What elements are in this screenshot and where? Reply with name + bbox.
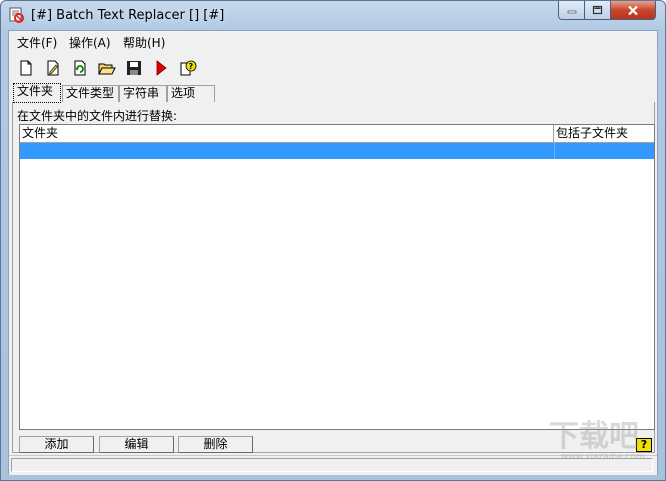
minimize-button[interactable] bbox=[558, 1, 585, 20]
maximize-button[interactable] bbox=[584, 1, 611, 20]
window-title: [#] Batch Text Replacer [] [#] bbox=[31, 8, 225, 23]
tab-folder[interactable]: 文件夹 bbox=[13, 83, 61, 103]
menu-file[interactable]: 文件(F) bbox=[17, 34, 57, 51]
title-bar[interactable]: [#] Batch Text Replacer [] [#] bbox=[1, 1, 665, 30]
refresh-icon bbox=[74, 60, 86, 76]
toolbar: ? bbox=[9, 53, 657, 81]
save-icon bbox=[127, 61, 141, 75]
watermark-logo: 下载吧 bbox=[549, 419, 639, 454]
app-icon bbox=[9, 7, 24, 23]
column-header-include-subfolders[interactable]: 包括子文件夹 bbox=[554, 125, 654, 142]
minimize-icon bbox=[567, 10, 576, 14]
status-pane bbox=[11, 458, 653, 472]
new-button[interactable] bbox=[16, 58, 36, 78]
help-toolbar-button[interactable]: ? bbox=[178, 58, 198, 78]
close-icon bbox=[628, 5, 638, 15]
tab-strings[interactable]: 字符串 bbox=[119, 85, 167, 102]
tab-options[interactable]: 选项 bbox=[167, 85, 215, 102]
help-icon: ? bbox=[180, 60, 197, 76]
save-button[interactable] bbox=[124, 58, 144, 78]
edit-entry-button[interactable]: 编辑 bbox=[99, 436, 174, 453]
watermark-url: www.xiazaiba.com bbox=[561, 452, 645, 462]
tab-strip: 文件夹 文件类型 字符串 选项 bbox=[9, 82, 657, 103]
client-area: 文件(F) 操作(A) 帮助(H) ? 文件夹 文件类型 字符串 选项 在文件夹… bbox=[8, 30, 658, 475]
list-item[interactable] bbox=[20, 143, 654, 159]
maximize-icon bbox=[592, 5, 603, 15]
run-icon bbox=[156, 60, 167, 76]
add-button[interactable]: 添加 bbox=[19, 436, 94, 453]
tab-file-types[interactable]: 文件类型 bbox=[62, 85, 119, 102]
open-folder-icon bbox=[98, 63, 116, 75]
app-window: [#] Batch Text Replacer [] [#] 文件(F) 操作(… bbox=[0, 0, 666, 481]
delete-button[interactable]: 删除 bbox=[178, 436, 253, 453]
list-item-divider bbox=[554, 143, 555, 159]
open-button[interactable] bbox=[97, 58, 117, 78]
svg-text:?: ? bbox=[189, 62, 194, 71]
close-button[interactable] bbox=[610, 1, 656, 20]
new-file-icon bbox=[20, 60, 32, 76]
panel-description: 在文件夹中的文件内进行替换: bbox=[17, 109, 178, 123]
status-bar bbox=[9, 455, 657, 475]
menu-help[interactable]: 帮助(H) bbox=[123, 34, 165, 51]
edit-file-icon bbox=[47, 60, 59, 76]
column-header-folder[interactable]: 文件夹 bbox=[20, 125, 554, 142]
edit-button[interactable] bbox=[43, 58, 63, 78]
refresh-button[interactable] bbox=[70, 58, 90, 78]
menu-bar: 文件(F) 操作(A) 帮助(H) bbox=[9, 31, 657, 51]
menu-action[interactable]: 操作(A) bbox=[69, 34, 111, 51]
run-button[interactable] bbox=[151, 58, 171, 78]
list-header: 文件夹 包括子文件夹 bbox=[20, 125, 654, 143]
folder-list[interactable]: 文件夹 包括子文件夹 bbox=[19, 124, 655, 430]
